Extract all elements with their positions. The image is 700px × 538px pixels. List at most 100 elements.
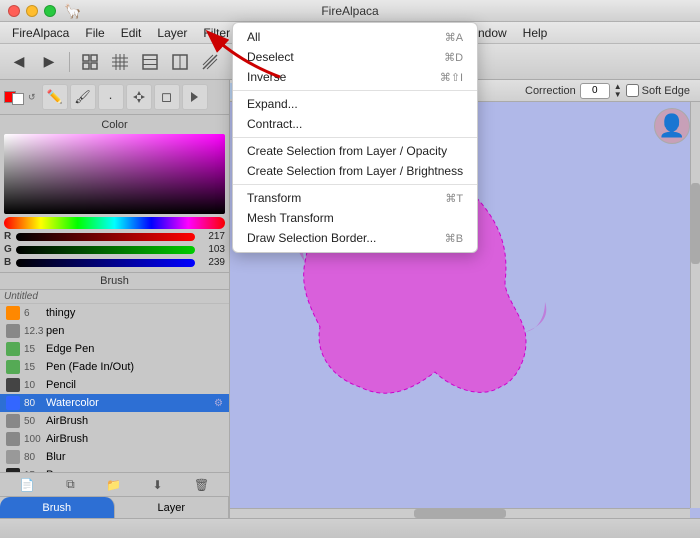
bottom-icons: 📄 ⧉ 📁 ⬇ 🗑	[0, 472, 229, 496]
brush-settings-icon[interactable]: ⚙	[214, 398, 223, 409]
add-layer-icon[interactable]: 📄	[20, 478, 35, 492]
brush-swatch	[6, 432, 20, 446]
scrollbar-h-thumb[interactable]	[414, 509, 506, 518]
brush-swatch	[6, 360, 20, 374]
tool-hatch[interactable]	[107, 49, 133, 75]
brush-swatch	[6, 324, 20, 338]
r-value: 217	[197, 231, 225, 242]
brush-item-thingy[interactable]: 6 thingy	[0, 304, 229, 322]
tool-brush[interactable]: 🖌	[70, 84, 96, 110]
hue-slider[interactable]	[4, 217, 225, 229]
select-dropdown-menu: All ⌘A Deselect ⌘D Inverse ⌘⇧I Expand...…	[232, 22, 478, 253]
brush-item-airbrush1[interactable]: 50 AirBrush	[0, 412, 229, 430]
soft-edge-label: Soft Edge	[642, 85, 690, 97]
tab-layer[interactable]: Layer	[115, 497, 230, 518]
menu-help[interactable]: Help	[515, 24, 556, 42]
brush-item-watercolor[interactable]: 80 Watercolor ⚙	[0, 394, 229, 412]
delete-icon[interactable]: 🗑	[194, 478, 209, 492]
download-icon[interactable]: ⬇	[153, 478, 163, 492]
b-slider[interactable]	[16, 259, 195, 267]
tool-pen[interactable]: ✏️	[42, 84, 68, 110]
brush-swatch	[6, 306, 20, 320]
brush-label: Brush	[0, 273, 229, 290]
brush-item-edge-pen[interactable]: 15 Edge Pen	[0, 340, 229, 358]
menu-item-inverse[interactable]: Inverse ⌘⇧I	[233, 67, 477, 87]
brush-item-pencil[interactable]: 10 Pencil	[0, 376, 229, 394]
app-title: FireAlpaca	[321, 4, 378, 18]
brush-item-blur[interactable]: 80 Blur	[0, 448, 229, 466]
tool-dot[interactable]: ·	[98, 84, 124, 110]
toolbar-back[interactable]: ◀	[6, 49, 32, 75]
titlebar: 🦙 FireAlpaca	[0, 0, 700, 22]
b-label: B	[4, 257, 14, 268]
menu-item-sel-opacity[interactable]: Create Selection from Layer / Opacity	[233, 141, 477, 161]
tool-fill[interactable]	[182, 84, 208, 110]
brush-item-airbrush2[interactable]: 100 AirBrush	[0, 430, 229, 448]
tool-move[interactable]	[126, 84, 152, 110]
menu-item-transform[interactable]: Transform ⌘T	[233, 188, 477, 208]
b-value: 239	[197, 257, 225, 268]
brush-swatch	[6, 342, 20, 356]
r-label: R	[4, 231, 14, 242]
brush-item-pen-fade[interactable]: 15 Pen (Fade In/Out)	[0, 358, 229, 376]
menu-item-sel-brightness[interactable]: Create Selection from Layer / Brightness	[233, 161, 477, 181]
tool-grid1[interactable]	[77, 49, 103, 75]
menu-layer[interactable]: Layer	[149, 24, 195, 42]
r-slider[interactable]	[16, 233, 195, 241]
minimize-button[interactable]	[26, 5, 38, 17]
tool-grid4[interactable]	[167, 49, 193, 75]
color-picker[interactable]	[4, 134, 225, 214]
toolbar-fwd[interactable]: ▶	[36, 49, 62, 75]
brush-swatch	[6, 396, 20, 410]
statusbar	[0, 518, 700, 538]
menu-file[interactable]: File	[77, 24, 112, 42]
brush-swatch	[6, 378, 20, 392]
correction-input[interactable]	[580, 83, 610, 99]
menu-item-contract[interactable]: Contract...	[233, 114, 477, 134]
tab-brush[interactable]: Brush	[0, 497, 115, 518]
soft-edge-toggle[interactable]: Soft Edge	[626, 84, 690, 97]
g-label: G	[4, 244, 14, 255]
scrollbar-vertical[interactable]	[690, 102, 700, 508]
brush-swatch	[6, 450, 20, 464]
folder-icon[interactable]: 📁	[106, 478, 121, 492]
brush-list: 6 thingy 12.3 pen 15 Edge Pen 15 Pen (Fa…	[0, 304, 229, 472]
toolbar-sep1	[69, 52, 70, 72]
canvas-correction: Correction ▲ ▼ Soft Edge	[515, 83, 700, 99]
menu-edit[interactable]: Edit	[113, 24, 150, 42]
scrollbar-v-thumb[interactable]	[691, 183, 700, 264]
soft-edge-checkbox[interactable]	[626, 84, 639, 97]
window-controls	[8, 5, 56, 17]
g-slider[interactable]	[16, 246, 195, 254]
menu-item-all[interactable]: All ⌘A	[233, 27, 477, 47]
tool-grid3[interactable]	[137, 49, 163, 75]
brush-name-row: Untitled	[0, 290, 229, 304]
menu-separator-3	[233, 184, 477, 185]
tool-diag[interactable]	[197, 49, 223, 75]
menu-item-mesh-transform[interactable]: Mesh Transform	[233, 208, 477, 228]
menu-item-expand[interactable]: Expand...	[233, 94, 477, 114]
correction-down[interactable]: ▼	[614, 91, 622, 99]
correction-label: Correction	[525, 85, 576, 97]
color-section: Color R 217 G 103 B 239	[0, 115, 229, 273]
close-button[interactable]	[8, 5, 20, 17]
brush-swatch	[6, 414, 20, 428]
duplicate-icon[interactable]: ⧉	[66, 477, 75, 492]
menu-separator-1	[233, 90, 477, 91]
tools-area: ↺ ✏️ 🖌 · ◻	[0, 80, 229, 115]
menu-separator-2	[233, 137, 477, 138]
menu-item-deselect[interactable]: Deselect ⌘D	[233, 47, 477, 67]
scrollbar-horizontal[interactable]	[230, 508, 690, 518]
maximize-button[interactable]	[44, 5, 56, 17]
tool-shape[interactable]: ◻	[154, 84, 180, 110]
app-icon: 🦙	[64, 3, 80, 19]
background-color[interactable]	[12, 93, 24, 105]
brush-item-pen[interactable]: 12.3 pen	[0, 322, 229, 340]
menu-firealpaca[interactable]: FireAlpaca	[4, 24, 77, 42]
panel-tabs: Brush Layer	[0, 496, 229, 518]
g-value: 103	[197, 244, 225, 255]
menu-item-draw-border[interactable]: Draw Selection Border... ⌘B	[233, 228, 477, 248]
color-header: Color	[4, 119, 225, 131]
left-panel: ↺ ✏️ 🖌 · ◻ Color R	[0, 80, 230, 518]
avatar: 👤	[654, 108, 690, 144]
